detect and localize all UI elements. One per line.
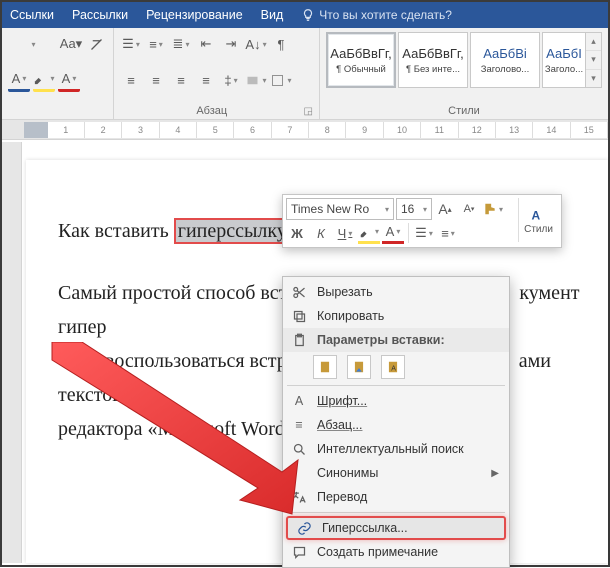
chevron-right-icon: ▶ xyxy=(491,468,499,479)
menu-new-comment[interactable]: Создать примечание xyxy=(283,540,509,564)
grow-font-icon[interactable]: A▴ xyxy=(434,198,456,220)
paste-keep-source-icon[interactable] xyxy=(313,355,337,379)
format-painter-icon[interactable] xyxy=(482,198,504,220)
font-dialog-icon: A xyxy=(289,394,309,408)
menu-smart-lookup[interactable]: Интеллектуальный поиск xyxy=(283,437,509,461)
svg-text:A: A xyxy=(391,366,396,373)
paragraph-dialog-icon: ≡ xyxy=(289,418,309,432)
show-marks-icon[interactable]: ¶ xyxy=(270,32,292,56)
menu-separator xyxy=(287,512,505,513)
mini-font-color-icon[interactable]: A xyxy=(382,222,404,244)
menu-paragraph[interactable]: ≡ Абзац... xyxy=(283,413,509,437)
mini-size-combo[interactable]: 16 xyxy=(396,198,432,220)
sort-icon[interactable]: A↓ xyxy=(245,32,267,56)
style-normal[interactable]: АаБбВвГг,¶ Обычный xyxy=(326,32,396,88)
align-left-icon[interactable]: ≡ xyxy=(120,69,142,93)
clipboard-icon xyxy=(289,333,309,348)
clear-format-icon[interactable] xyxy=(85,32,107,56)
change-case[interactable]: Aa▾ xyxy=(60,32,82,56)
line-spacing-icon[interactable]: ‡ xyxy=(220,69,242,93)
menu-paste-options-row: A xyxy=(283,352,509,382)
decrease-indent-icon[interactable]: ⇤ xyxy=(195,32,217,56)
link-icon xyxy=(294,521,314,536)
styles-group-label: Стили xyxy=(326,105,602,117)
font-select[interactable] xyxy=(8,32,57,56)
italic-button[interactable]: К xyxy=(310,222,332,244)
mini-bullets-icon[interactable]: ☰ xyxy=(413,222,435,244)
vertical-ruler[interactable] xyxy=(2,142,22,563)
paste-merge-icon[interactable] xyxy=(347,355,371,379)
scissors-icon xyxy=(289,285,309,300)
menu-paste-options-header: Параметры вставки: xyxy=(283,328,509,352)
translate-icon xyxy=(289,490,309,505)
styles-gallery-nav[interactable]: ▴▾▾ xyxy=(586,32,602,88)
menu-cut[interactable]: Вырезать xyxy=(283,280,509,304)
menu-hyperlink[interactable]: Гиперссылка... xyxy=(286,516,506,540)
mini-toolbar: Times New Ro 16 A▴ A▾ Ж К Ч A ☰ ≡ A Стил… xyxy=(282,194,562,248)
tab-references[interactable]: Ссылки xyxy=(10,8,54,22)
numbering-icon[interactable]: ≡ xyxy=(145,32,167,56)
svg-text:A: A xyxy=(531,208,540,222)
increase-indent-icon[interactable]: ⇥ xyxy=(220,32,242,56)
menu-synonyms[interactable]: Синонимы ▶ xyxy=(283,461,509,485)
tell-me-search[interactable]: Что вы хотите сделать? xyxy=(301,8,452,22)
paragraph-group-label: Абзац xyxy=(120,105,304,117)
dialog-launcher-icon[interactable]: ◲ xyxy=(304,106,313,117)
text-fill-icon[interactable]: A xyxy=(8,68,30,92)
font-color-icon[interactable]: A xyxy=(58,68,80,92)
mini-font-combo[interactable]: Times New Ro xyxy=(286,198,394,220)
context-menu: Вырезать Копировать Параметры вставки: A… xyxy=(282,276,510,568)
menu-translate[interactable]: Перевод xyxy=(283,485,509,509)
ribbon-tabs: Ссылки Рассылки Рецензирование Вид Что в… xyxy=(2,2,608,28)
align-center-icon[interactable]: ≡ xyxy=(145,69,167,93)
tab-mailings[interactable]: Рассылки xyxy=(72,8,128,22)
paste-text-only-icon[interactable]: A xyxy=(381,355,405,379)
multilevel-list-icon[interactable]: ≣ xyxy=(170,32,192,56)
bold-button[interactable]: Ж xyxy=(286,222,308,244)
style-heading2[interactable]: АаБбІЗаголо... xyxy=(542,32,586,88)
selected-text[interactable]: гиперссылку xyxy=(174,218,291,244)
style-no-spacing[interactable]: АаБбВвГг,¶ Без инте... xyxy=(398,32,468,88)
menu-copy[interactable]: Копировать xyxy=(283,304,509,328)
mini-styles-button[interactable]: A Стили xyxy=(518,198,558,242)
tab-review[interactable]: Рецензирование xyxy=(146,8,243,22)
shrink-font-icon[interactable]: A▾ xyxy=(458,198,480,220)
mini-numbering-icon[interactable]: ≡ xyxy=(437,222,459,244)
horizontal-ruler[interactable]: 123456789101112131415 xyxy=(2,120,608,140)
bullets-icon[interactable]: ☰ xyxy=(120,32,142,56)
comment-icon xyxy=(289,545,309,560)
ribbon: Aa▾ A A ☰ ≡ ≣ ⇤ ⇥ A↓ ¶ ≡ ≡ ≡ ≡ ‡ Аб xyxy=(2,28,608,120)
highlight-icon[interactable] xyxy=(33,68,55,92)
lightbulb-icon xyxy=(301,8,315,22)
menu-separator xyxy=(287,385,505,386)
shading-icon[interactable] xyxy=(245,69,267,93)
align-right-icon[interactable]: ≡ xyxy=(170,69,192,93)
justify-icon[interactable]: ≡ xyxy=(195,69,217,93)
copy-icon xyxy=(289,309,309,324)
underline-button[interactable]: Ч xyxy=(334,222,356,244)
tab-view[interactable]: Вид xyxy=(261,8,284,22)
menu-font[interactable]: A Шрифт... xyxy=(283,389,509,413)
borders-icon[interactable] xyxy=(270,69,292,93)
mini-highlight-icon[interactable] xyxy=(358,222,380,244)
style-heading1[interactable]: АаБбВіЗаголово... xyxy=(470,32,540,88)
smart-lookup-icon xyxy=(289,442,309,457)
